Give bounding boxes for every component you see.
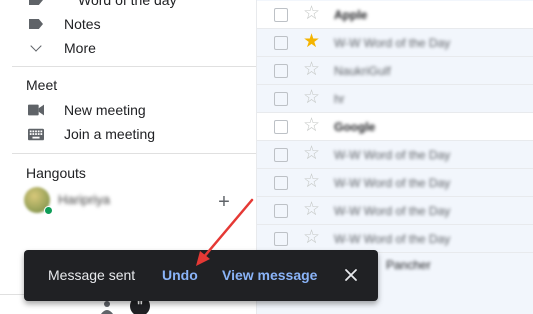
select-checkbox[interactable] <box>274 148 288 162</box>
view-message-button[interactable]: View message <box>222 267 317 283</box>
presence-dot <box>44 206 53 215</box>
email-sender: NaukriGulf <box>334 64 391 78</box>
email-sender: W-W Word of the Day <box>334 148 451 162</box>
email-row[interactable]: ☆ Apple <box>257 1 533 29</box>
select-checkbox[interactable] <box>274 176 288 190</box>
label-icon <box>28 16 44 32</box>
star-icon[interactable]: ☆ <box>303 88 320 108</box>
sidebar-item-label: Notes <box>64 16 101 32</box>
sidebar-item-label: New meeting <box>64 102 146 118</box>
email-sender: Apple <box>334 8 368 22</box>
email-sender: hr <box>334 92 345 106</box>
sidebar-item-label: Word of the day <box>78 0 177 8</box>
select-checkbox[interactable] <box>274 232 288 246</box>
email-sender: W-W Word of the Day <box>334 176 451 190</box>
label-icon <box>28 0 44 8</box>
select-checkbox[interactable] <box>274 64 288 78</box>
email-row[interactable]: ☆ NaukriGulf <box>257 57 533 85</box>
sidebar-item-more[interactable]: More <box>0 35 256 61</box>
email-row[interactable]: ☆ W-W Word of the Day <box>257 225 533 253</box>
meet-section-title: Meet <box>26 77 58 93</box>
snackbar-message: Message sent <box>48 267 136 283</box>
star-icon[interactable]: ☆ <box>303 200 320 220</box>
email-sender: W-W Word of the Day <box>334 232 451 246</box>
video-camera-icon <box>28 102 44 118</box>
star-icon[interactable]: ☆ <box>303 172 320 192</box>
new-meeting-button[interactable]: New meeting <box>0 97 256 123</box>
partial-row-text: Pancher <box>386 258 431 272</box>
snackbar: Message sent Undo View message <box>24 250 378 301</box>
sidebar-item-label: Join a meeting <box>64 126 156 142</box>
star-icon[interactable]: ☆ <box>303 144 320 164</box>
chevron-down-icon <box>28 40 44 56</box>
sidebar-item-label: More <box>64 40 96 56</box>
divider <box>12 153 256 154</box>
email-row[interactable]: ☆ W-W Word of the Day <box>257 197 533 225</box>
email-sender: W-W Word of the Day <box>334 36 451 50</box>
email-row[interactable]: ☆ Google <box>257 113 533 141</box>
plus-icon[interactable]: + <box>216 192 232 212</box>
person-icon[interactable] <box>100 300 114 314</box>
select-checkbox[interactable] <box>274 36 288 50</box>
select-checkbox[interactable] <box>274 120 288 134</box>
undo-button[interactable]: Undo <box>162 267 198 283</box>
select-checkbox[interactable] <box>274 204 288 218</box>
email-row[interactable]: ☆ W-W Word of the Day <box>257 169 533 197</box>
divider <box>12 66 256 67</box>
email-sender: Google <box>334 120 376 134</box>
hangouts-section-title: Hangouts <box>26 165 86 181</box>
select-checkbox[interactable] <box>274 8 288 22</box>
sidebar-item-notes[interactable]: Notes <box>0 11 256 37</box>
star-icon[interactable]: ☆ <box>303 116 320 136</box>
email-row[interactable]: ☆ hr <box>257 85 533 113</box>
email-sender: W-W Word of the Day <box>334 204 451 218</box>
email-row[interactable]: ★ W-W Word of the Day <box>257 29 533 57</box>
star-icon[interactable]: ☆ <box>303 228 320 248</box>
select-checkbox[interactable] <box>274 92 288 106</box>
email-row[interactable]: ☆ W-W Word of the Day <box>257 141 533 169</box>
close-icon[interactable] <box>340 264 362 286</box>
star-icon[interactable]: ☆ <box>303 4 320 24</box>
star-icon[interactable]: ☆ <box>303 60 320 80</box>
hangouts-contact-name: Haripriya <box>58 192 111 207</box>
star-icon[interactable]: ★ <box>303 32 320 52</box>
join-meeting-button[interactable]: Join a meeting <box>0 121 256 147</box>
keyboard-icon <box>28 126 44 142</box>
